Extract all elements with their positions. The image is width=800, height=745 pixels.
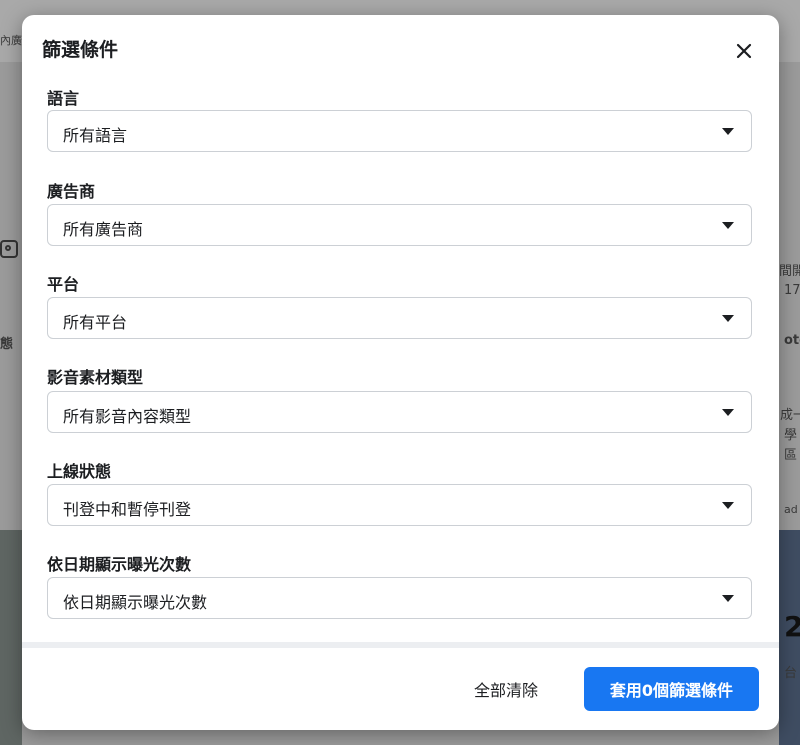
background-text: 間開 bbox=[779, 264, 800, 279]
advertiser-select[interactable]: 所有廣告商 bbox=[47, 204, 752, 246]
language-label: 語言 bbox=[47, 89, 80, 108]
background-text: 17 bbox=[784, 283, 800, 298]
caret-down-icon bbox=[722, 502, 734, 509]
dialog-title: 篩選條件 bbox=[42, 39, 119, 61]
instagram-icon bbox=[0, 240, 18, 258]
language-select-value: 所有語言 bbox=[63, 126, 128, 145]
apply-filters-button[interactable]: 套用0個篩選條件 bbox=[584, 667, 759, 711]
close-button[interactable] bbox=[730, 37, 758, 65]
active-status-select[interactable]: 刊登中和暫停刊登 bbox=[47, 484, 752, 526]
background-text: 學 bbox=[784, 428, 798, 443]
advertiser-select-value: 所有廣告商 bbox=[63, 220, 144, 239]
caret-down-icon bbox=[722, 222, 734, 229]
impressions-by-date-select-value: 依日期顯示曝光次數 bbox=[63, 593, 208, 612]
close-icon bbox=[736, 43, 752, 59]
filter-dialog: 篩選條件 語言 所有語言 廣告商 所有廣告商 平台 所有平台 影音素材類型 所有… bbox=[22, 15, 779, 730]
background-text: 台 bbox=[784, 666, 798, 681]
active-status-label: 上線狀態 bbox=[47, 462, 112, 481]
caret-down-icon bbox=[722, 315, 734, 322]
background-image bbox=[0, 530, 22, 745]
background-text: 內廣 bbox=[0, 34, 22, 47]
caret-down-icon bbox=[722, 409, 734, 416]
language-select[interactable]: 所有語言 bbox=[47, 110, 752, 152]
caret-down-icon bbox=[722, 595, 734, 602]
background-text: 成一 bbox=[780, 408, 800, 423]
background-text: 態 bbox=[0, 337, 14, 352]
footer-divider bbox=[22, 642, 779, 648]
background-text: 區 bbox=[784, 448, 798, 463]
media-type-label: 影音素材類型 bbox=[47, 368, 144, 387]
background-text: 28 bbox=[784, 610, 800, 643]
media-type-select[interactable]: 所有影音內容類型 bbox=[47, 391, 752, 433]
platform-label: 平台 bbox=[47, 275, 80, 294]
platform-select[interactable]: 所有平台 bbox=[47, 297, 752, 339]
clear-all-button[interactable]: 全部清除 bbox=[474, 677, 538, 701]
media-type-select-value: 所有影音內容類型 bbox=[63, 407, 192, 426]
background-text: ad bbox=[784, 503, 798, 516]
impressions-by-date-label: 依日期顯示曝光次數 bbox=[47, 555, 192, 574]
active-status-select-value: 刊登中和暫停刊登 bbox=[63, 500, 192, 519]
background-text: oto bbox=[784, 333, 800, 348]
platform-select-value: 所有平台 bbox=[63, 313, 128, 332]
advertiser-label: 廣告商 bbox=[47, 182, 96, 201]
caret-down-icon bbox=[722, 128, 734, 135]
impressions-by-date-select[interactable]: 依日期顯示曝光次數 bbox=[47, 577, 752, 619]
